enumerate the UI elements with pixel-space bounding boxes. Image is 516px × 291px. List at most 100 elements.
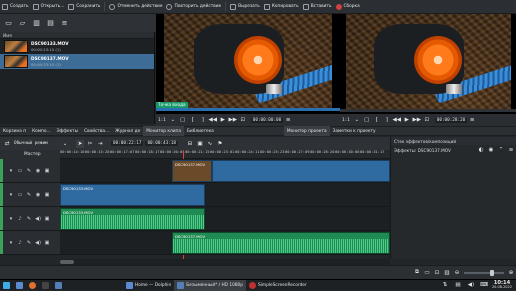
- redo-button[interactable]: Повторить действие: [164, 0, 223, 14]
- menu-icon[interactable]: ≡: [284, 116, 292, 124]
- snap-icon[interactable]: ⧉: [413, 269, 421, 277]
- timeline-duration[interactable]: 00:00:43:18: [145, 141, 178, 146]
- markers-icon[interactable]: ⚑: [216, 140, 224, 148]
- launcher-app[interactable]: [26, 280, 39, 291]
- track-header-a2[interactable]: ▾ ♪ ✎ ◀) ▣: [0, 231, 60, 255]
- timeline-clip[interactable]: DSC90137.MOV: [172, 232, 390, 254]
- spacer-tool-icon[interactable]: ⇥: [96, 140, 104, 148]
- taskbar-item-kdenlive[interactable]: Безымянный* / HD 1080p: [174, 279, 247, 291]
- forward-icon[interactable]: ▶▶: [413, 116, 421, 124]
- speaker-icon[interactable]: ◀): [35, 216, 41, 222]
- tab-project-notes[interactable]: Заметки к проекту: [330, 126, 379, 136]
- launcher-app[interactable]: [39, 280, 52, 291]
- track-header-v2[interactable]: ▾ ▭ ✎ ◉ ▣: [0, 159, 60, 183]
- razor-tool-icon[interactable]: ✂: [86, 140, 94, 148]
- eye-icon[interactable]: ◉: [35, 192, 41, 198]
- tab-effects[interactable]: Эффекты: [54, 126, 81, 136]
- master-label[interactable]: Мастер: [0, 150, 60, 159]
- track-header-a1[interactable]: ▾ ♪ ✎ ◀) ▣: [0, 207, 60, 231]
- network-icon[interactable]: ⇅: [441, 281, 449, 289]
- launcher-app[interactable]: [13, 280, 26, 291]
- split-view-icon[interactable]: ▥: [443, 269, 451, 277]
- project-position-bar[interactable]: [340, 109, 516, 112]
- pointer-tool-icon[interactable]: ➤: [76, 139, 84, 148]
- audio-level-icon[interactable]: ⌄: [353, 116, 361, 124]
- timeline-position[interactable]: 00:00:22:17: [111, 141, 144, 146]
- menu-icon[interactable]: ≡: [468, 116, 476, 124]
- speaker-icon[interactable]: ◀): [35, 240, 41, 246]
- clipboard-icon[interactable]: ▤: [454, 281, 462, 289]
- collapse-icon[interactable]: ⌃: [497, 146, 505, 154]
- tab-project-monitor[interactable]: Монитор проекта: [283, 126, 330, 136]
- project-timecode[interactable]: 00:00:28:20: [434, 117, 468, 123]
- edit-icon[interactable]: ✎: [26, 240, 32, 246]
- volume-icon[interactable]: ◀): [467, 281, 475, 289]
- bin-column-header[interactable]: Имя: [0, 32, 154, 39]
- film-icon[interactable]: ▭: [423, 269, 431, 277]
- bin-clip-item[interactable]: DSC90133.MOV 00:00:23:10 (1): [0, 39, 154, 54]
- taskbar-item-dolphin[interactable]: Home — Dolphin: [123, 280, 174, 291]
- zoom-label[interactable]: 1:1: [340, 118, 352, 123]
- eye-icon[interactable]: ◉: [487, 146, 495, 154]
- overlay-icon[interactable]: ▢: [363, 116, 371, 124]
- bin-menu-button[interactable]: ≡: [59, 18, 70, 29]
- play-icon[interactable]: ▶: [219, 116, 227, 124]
- paste-button[interactable]: Вставить: [301, 0, 334, 14]
- track-lane-v1[interactable]: DSC90133.MOV: [60, 183, 390, 207]
- new-button[interactable]: Создать: [0, 0, 31, 14]
- play-icon[interactable]: ▶: [403, 116, 411, 124]
- properties-button[interactable]: ▤: [45, 18, 56, 29]
- lock-icon[interactable]: ▣: [44, 168, 50, 174]
- overlay-icon[interactable]: ▢: [179, 116, 187, 124]
- zone-in-icon[interactable]: [: [189, 116, 197, 124]
- delete-clip-button[interactable]: ▥: [31, 18, 42, 29]
- compare-icon[interactable]: ◐: [477, 146, 485, 154]
- zone-out-icon[interactable]: ]: [199, 116, 207, 124]
- tab-library[interactable]: Библиотека: [184, 126, 217, 136]
- cut-button[interactable]: Вырезать: [228, 0, 262, 14]
- clock[interactable]: 10:14 20.08.2022: [492, 280, 512, 290]
- copy-button[interactable]: Копировать: [262, 0, 301, 14]
- track-lane-a1[interactable]: DSC90133.MOV: [60, 207, 390, 231]
- add-folder-button[interactable]: ▱: [17, 18, 28, 29]
- tab-compositions[interactable]: Компо...: [29, 126, 53, 136]
- track-expand-icon[interactable]: ▾: [8, 192, 14, 198]
- timeline-clip[interactable]: DSC90133.MOV: [60, 184, 205, 206]
- track-expand-icon[interactable]: ▾: [8, 240, 14, 246]
- start-menu-button[interactable]: [0, 280, 13, 291]
- edit-mode-select[interactable]: Обычный режим: [12, 141, 60, 146]
- rewind-icon[interactable]: ◀◀: [393, 116, 401, 124]
- tab-properties[interactable]: Свойства...: [81, 126, 112, 136]
- open-button[interactable]: Открыть...: [31, 0, 67, 14]
- zoom-in-icon[interactable]: ⊕: [507, 269, 515, 277]
- lock-icon[interactable]: ▣: [44, 216, 50, 222]
- bin-clip-item[interactable]: DSC90137.MOV 00:00:23:10 (1): [0, 54, 154, 69]
- fit-zoom-icon[interactable]: ⊡: [433, 269, 441, 277]
- tab-clip-monitor[interactable]: Монитор клипа: [143, 126, 184, 136]
- tab-bin[interactable]: Корзина п: [0, 126, 29, 136]
- zone-out-icon[interactable]: ]: [383, 116, 391, 124]
- clip-monitor-video[interactable]: [164, 14, 332, 109]
- track-header-v1[interactable]: ▾ ▭ ✎ ◉ ▣: [0, 183, 60, 207]
- render-button[interactable]: Сборка: [334, 0, 362, 14]
- timeline-ruler[interactable]: 00:00:14:10 00:00:15:20 00:00:17:07 00:0…: [60, 150, 390, 259]
- lock-icon[interactable]: ▣: [44, 240, 50, 246]
- zoom-label[interactable]: 1:1: [156, 118, 168, 123]
- timeline-clip[interactable]: DSC90133.MOV: [60, 208, 205, 230]
- timeline-clip[interactable]: DSC90137.MOV: [172, 160, 212, 182]
- audio-level-icon[interactable]: ⌄: [169, 116, 177, 124]
- edit-icon[interactable]: ✎: [26, 168, 32, 174]
- forward-icon[interactable]: ▶▶: [229, 116, 237, 124]
- menu-icon[interactable]: ≡: [507, 146, 515, 154]
- taskbar-item-recorder[interactable]: SimpleScreenRecorder: [246, 280, 310, 291]
- edit-icon[interactable]: ✎: [26, 216, 32, 222]
- track-expand-icon[interactable]: ▾: [8, 168, 14, 174]
- rewind-icon[interactable]: ◀◀: [209, 116, 217, 124]
- zoom-slider[interactable]: [464, 269, 504, 276]
- eye-icon[interactable]: ◉: [35, 168, 41, 174]
- add-clip-button[interactable]: ▭: [3, 18, 14, 29]
- track-lane-v2[interactable]: DSC90137.MOV: [60, 159, 390, 183]
- tab-history[interactable]: Журнал де: [112, 126, 143, 136]
- lock-icon[interactable]: ▣: [44, 192, 50, 198]
- clip-zone-bar[interactable]: [156, 108, 340, 111]
